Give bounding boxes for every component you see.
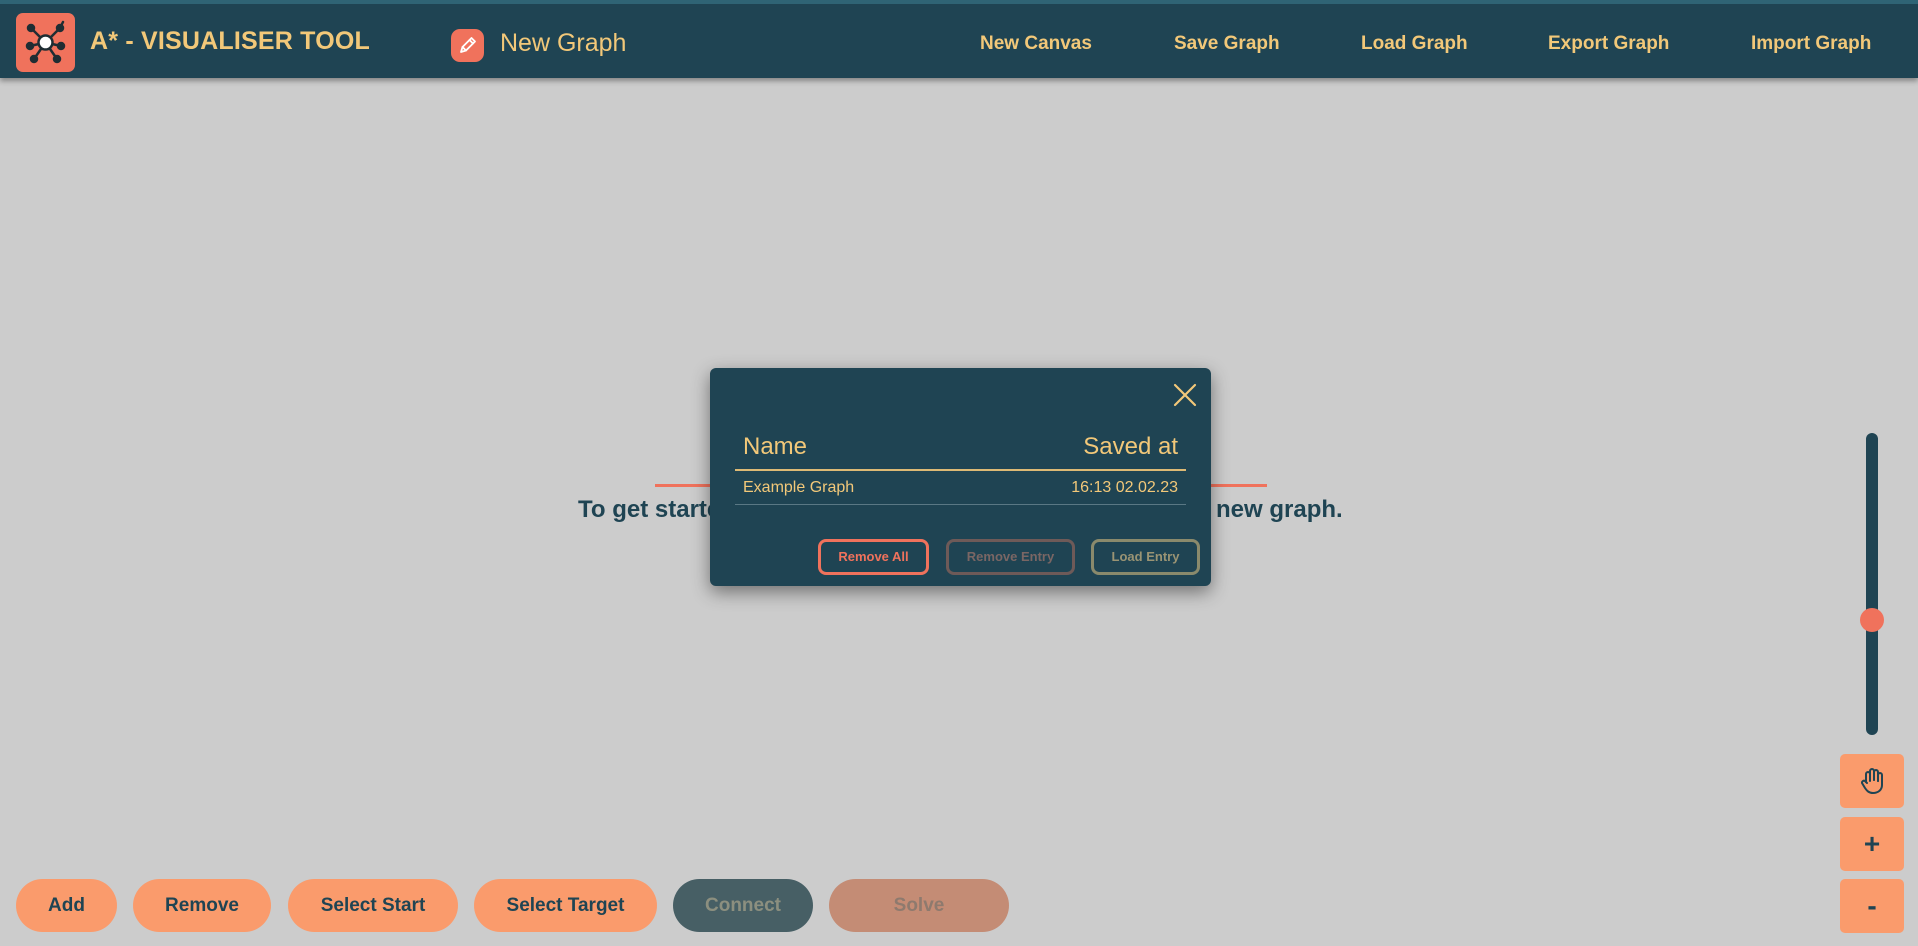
zoom-slider-thumb[interactable] <box>1860 608 1884 632</box>
canvas-hint-text-left: To get starte <box>578 496 721 523</box>
zoom-in-button[interactable]: + <box>1840 817 1904 871</box>
pan-tool-button[interactable] <box>1840 754 1904 808</box>
hint-divider-left <box>655 484 715 487</box>
solve-button[interactable]: Solve <box>829 879 1009 932</box>
load-entry-button[interactable]: Load Entry <box>1091 539 1200 575</box>
plus-icon: + <box>1863 828 1881 859</box>
table-row-divider <box>735 504 1186 505</box>
graph-name[interactable]: New Graph <box>500 29 626 58</box>
close-icon <box>1173 383 1197 407</box>
app-title: A* - VISUALISER TOOL <box>90 27 370 55</box>
remove-entry-button[interactable]: Remove Entry <box>946 539 1075 575</box>
remove-node-button[interactable]: Remove <box>133 879 271 932</box>
minus-icon: - <box>1867 890 1877 921</box>
column-header-saved-at: Saved at <box>1083 433 1178 460</box>
canvas-hint-text-right: new graph. <box>1216 496 1343 523</box>
remove-all-button[interactable]: Remove All <box>818 539 929 575</box>
zoom-slider[interactable] <box>1860 433 1884 735</box>
entry-name: Example Graph <box>743 479 855 496</box>
save-graph-link[interactable]: Save Graph <box>1174 33 1280 55</box>
entry-saved-at: 16:13 02.02.23 <box>1071 479 1178 496</box>
graph-network-icon <box>25 20 66 64</box>
select-target-button[interactable]: Select Target <box>474 879 657 932</box>
connect-button[interactable]: Connect <box>673 879 813 932</box>
select-start-button[interactable]: Select Start <box>288 879 458 932</box>
export-graph-link[interactable]: Export Graph <box>1548 33 1669 55</box>
add-node-button[interactable]: Add <box>16 879 117 932</box>
pencil-icon <box>460 37 476 53</box>
load-graph-dialog: Name Saved at Example Graph 16:13 02.02.… <box>710 368 1211 586</box>
zoom-out-button[interactable]: - <box>1840 879 1904 933</box>
table-row[interactable]: Example Graph 16:13 02.02.23 <box>735 471 1186 504</box>
new-canvas-link[interactable]: New Canvas <box>980 33 1092 55</box>
edit-graph-name-button[interactable] <box>451 29 484 62</box>
app-logo[interactable] <box>16 13 75 72</box>
column-header-name: Name <box>743 433 808 460</box>
hand-icon <box>1861 768 1883 794</box>
hint-divider-right <box>1205 484 1267 487</box>
close-dialog-button[interactable] <box>1170 380 1200 410</box>
top-navigation-bar: A* - VISUALISER TOOL New Graph New Canva… <box>0 0 1918 78</box>
load-graph-link[interactable]: Load Graph <box>1361 33 1468 55</box>
import-graph-link[interactable]: Import Graph <box>1751 33 1871 55</box>
